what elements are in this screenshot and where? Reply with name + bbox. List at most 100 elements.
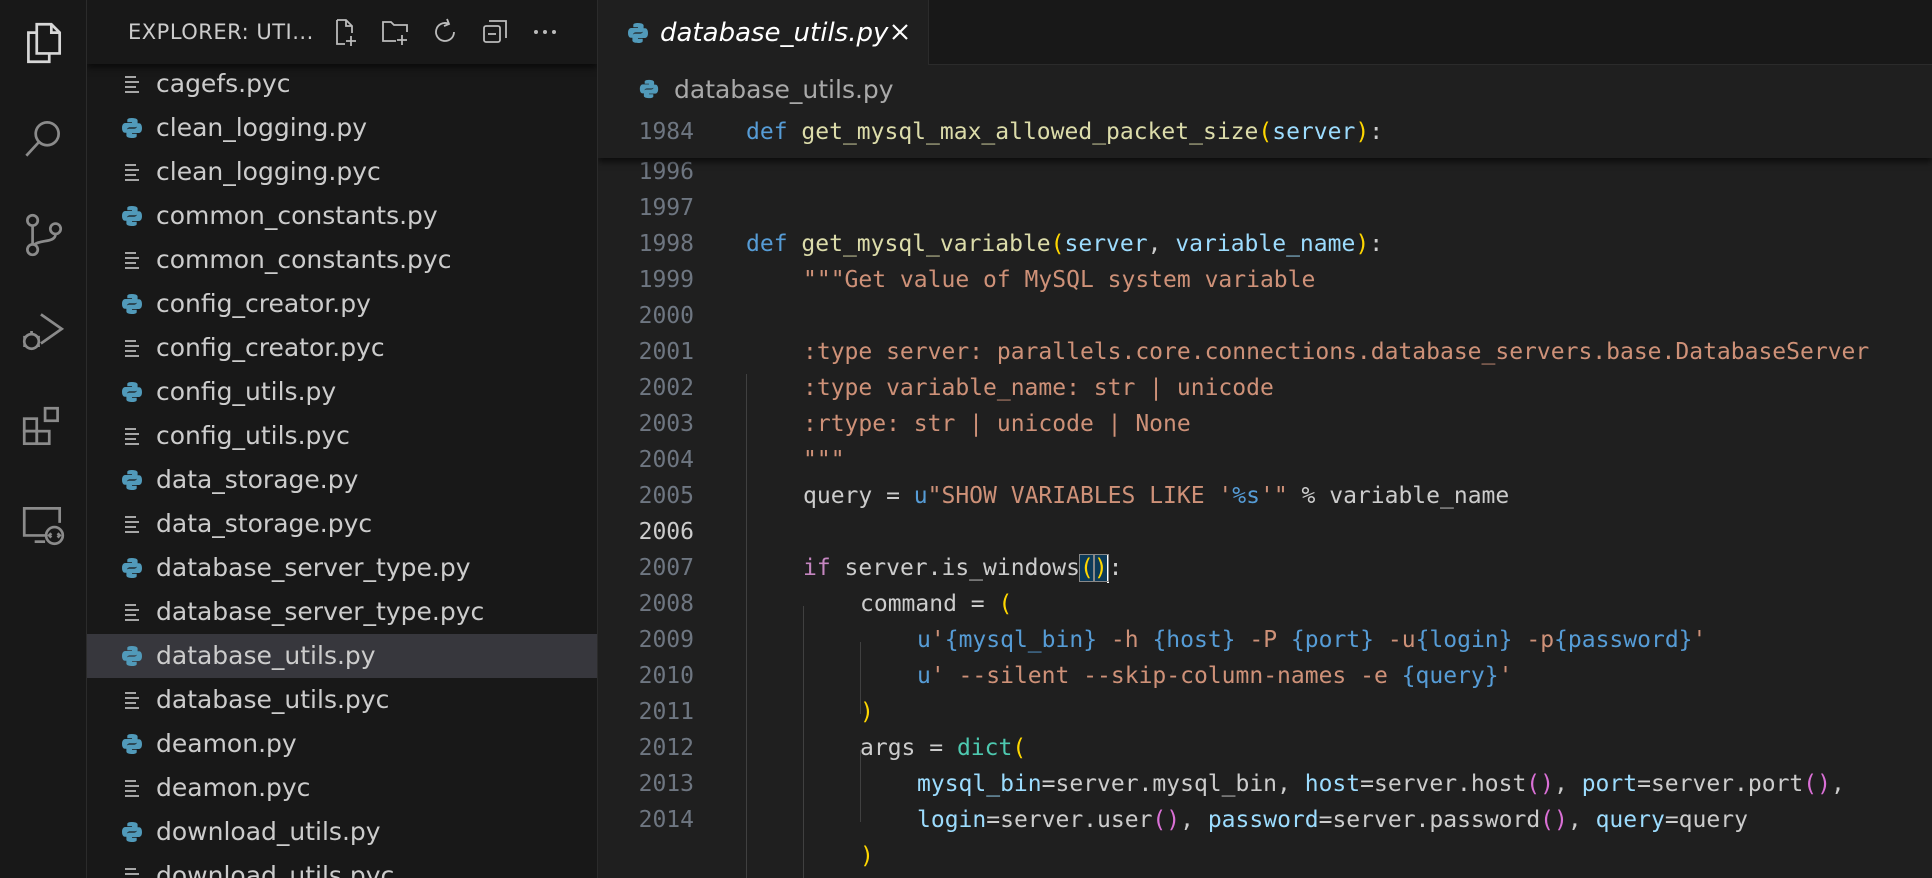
run-debug-icon[interactable] bbox=[0, 296, 86, 366]
more-actions-icon[interactable] bbox=[525, 12, 565, 52]
keyword: def bbox=[746, 231, 788, 257]
code-line-2004: query = u"SHOW VARIABLES LIKE '%s'" % va… bbox=[803, 478, 1509, 514]
file-item[interactable]: download_utils.pyc bbox=[87, 854, 597, 878]
file-name: deamon.pyc bbox=[156, 773, 311, 802]
line-number: 1997 bbox=[638, 195, 694, 221]
file-item[interactable]: common_constants.pyc bbox=[87, 238, 597, 282]
keyword: if bbox=[803, 555, 831, 581]
file-item[interactable]: clean_logging.pyc bbox=[87, 150, 597, 194]
file-item[interactable]: database_utils.pyc bbox=[87, 678, 597, 722]
keyword-argument: query bbox=[1595, 807, 1665, 833]
bracket: ) bbox=[1355, 231, 1370, 257]
line-number: 1998 bbox=[638, 231, 694, 257]
search-icon[interactable] bbox=[0, 104, 86, 174]
file-name: database_utils.pyc bbox=[156, 685, 390, 714]
line-number: 2012 bbox=[638, 735, 694, 761]
format-field: {query} bbox=[1401, 663, 1499, 689]
line-number: 2000 bbox=[638, 303, 694, 329]
text-file-icon bbox=[125, 780, 139, 797]
file-name: database_server_type.py bbox=[156, 553, 471, 582]
parameter: server bbox=[1064, 231, 1148, 257]
string: -p bbox=[1512, 627, 1555, 653]
file-item[interactable]: config_utils.py bbox=[87, 370, 597, 414]
extensions-icon[interactable] bbox=[0, 392, 86, 462]
file-name: clean_logging.py bbox=[156, 113, 367, 142]
string: -u bbox=[1374, 627, 1416, 653]
line-number: 2014 bbox=[638, 807, 694, 833]
line-number: 2013 bbox=[638, 771, 694, 797]
code-editor[interactable]: 1984 def get_mysql_max_allowed_packet_si… bbox=[598, 108, 1932, 878]
file-item[interactable]: config_creator.pyc bbox=[87, 326, 597, 370]
bracket: ( bbox=[1258, 119, 1273, 145]
tab-database-utils[interactable]: database_utils.py bbox=[598, 0, 929, 65]
code-text: command = bbox=[860, 591, 999, 617]
file-item[interactable]: common_constants.py bbox=[87, 194, 597, 238]
punctuation: , bbox=[1830, 771, 1845, 797]
code-line-2001: :type variable_name: str | unicode bbox=[803, 375, 1274, 401]
refresh-icon[interactable] bbox=[425, 12, 465, 52]
code-text: args = bbox=[860, 735, 957, 761]
file-name: data_storage.py bbox=[156, 465, 359, 494]
file-item[interactable]: data_storage.py bbox=[87, 458, 597, 502]
explorer-sidebar: EXPLORER: UTI... cagefs.pyc clean_logging… bbox=[87, 0, 598, 878]
python-file-icon bbox=[628, 22, 648, 43]
line-number: 2005 bbox=[638, 483, 694, 509]
tab-label: database_utils.py bbox=[660, 17, 889, 48]
file-name: database_server_type.pyc bbox=[156, 597, 485, 626]
source-control-icon[interactable] bbox=[0, 200, 86, 270]
file-tree: cagefs.pyc clean_logging.py clean_logging.… bbox=[87, 62, 597, 878]
file-name: config_creator.pyc bbox=[156, 333, 385, 362]
new-folder-icon[interactable] bbox=[375, 12, 415, 52]
format-field: {login} bbox=[1415, 627, 1513, 653]
string: "SHOW VARIABLES LIKE ' bbox=[927, 483, 1233, 509]
keyword-argument: login bbox=[917, 807, 987, 833]
file-item[interactable]: config_creator.py bbox=[87, 282, 597, 326]
sticky-scroll-line[interactable]: 1984 def get_mysql_max_allowed_packet_si… bbox=[598, 108, 1932, 158]
breadcrumb[interactable]: database_utils.py bbox=[638, 70, 894, 108]
text-file-icon bbox=[125, 252, 139, 269]
code-text: =server.user bbox=[986, 807, 1153, 833]
close-icon[interactable] bbox=[886, 18, 914, 46]
text-file-icon bbox=[125, 164, 139, 181]
file-name: common_constants.pyc bbox=[156, 245, 452, 274]
file-item[interactable]: cagefs.pyc bbox=[87, 62, 597, 106]
collapse-all-icon[interactable] bbox=[475, 12, 515, 52]
line-number: 1984 bbox=[638, 119, 694, 145]
file-name: config_utils.py bbox=[156, 377, 337, 406]
format-field: {port} bbox=[1290, 627, 1375, 653]
indent-guide bbox=[746, 374, 747, 878]
text-file-icon bbox=[125, 692, 139, 709]
new-file-icon[interactable] bbox=[324, 12, 364, 52]
code-line-2003: """ bbox=[803, 447, 845, 473]
file-item[interactable]: database_utils.py bbox=[87, 634, 597, 678]
line-number: 2001 bbox=[638, 339, 694, 365]
text-file-icon bbox=[125, 516, 139, 533]
indent-guide bbox=[803, 606, 804, 878]
file-item[interactable]: config_utils.pyc bbox=[87, 414, 597, 458]
python-file-icon bbox=[122, 822, 142, 842]
code-text: =query bbox=[1664, 807, 1748, 833]
code-text: =server.mysql_bin, bbox=[1041, 771, 1305, 797]
file-item[interactable]: database_server_type.py bbox=[87, 546, 597, 590]
file-item[interactable]: data_storage.pyc bbox=[87, 502, 597, 546]
file-item[interactable]: deamon.pyc bbox=[87, 766, 597, 810]
punctuation: : bbox=[1369, 119, 1384, 145]
parameter: server bbox=[1272, 119, 1356, 145]
keyword-argument: host bbox=[1304, 771, 1361, 797]
remote-explorer-icon[interactable] bbox=[0, 490, 86, 560]
keyword-argument: password bbox=[1207, 807, 1319, 833]
bracket: ( bbox=[1012, 735, 1027, 761]
file-item[interactable]: clean_logging.py bbox=[87, 106, 597, 150]
file-name: data_storage.pyc bbox=[156, 509, 373, 538]
file-item[interactable]: download_utils.py bbox=[87, 810, 597, 854]
code-text: % variable_name bbox=[1287, 483, 1510, 509]
string: -P bbox=[1235, 627, 1291, 653]
string-prefix: u bbox=[913, 483, 928, 509]
builtin-function: dict bbox=[956, 735, 1013, 761]
python-file-icon bbox=[122, 382, 142, 402]
file-item[interactable]: database_server_type.pyc bbox=[87, 590, 597, 634]
files-icon[interactable] bbox=[0, 8, 86, 78]
file-name: config_creator.py bbox=[156, 289, 371, 318]
file-item[interactable]: deamon.py bbox=[87, 722, 597, 766]
function-name: get_mysql_max_allowed_packet_size bbox=[801, 119, 1259, 145]
